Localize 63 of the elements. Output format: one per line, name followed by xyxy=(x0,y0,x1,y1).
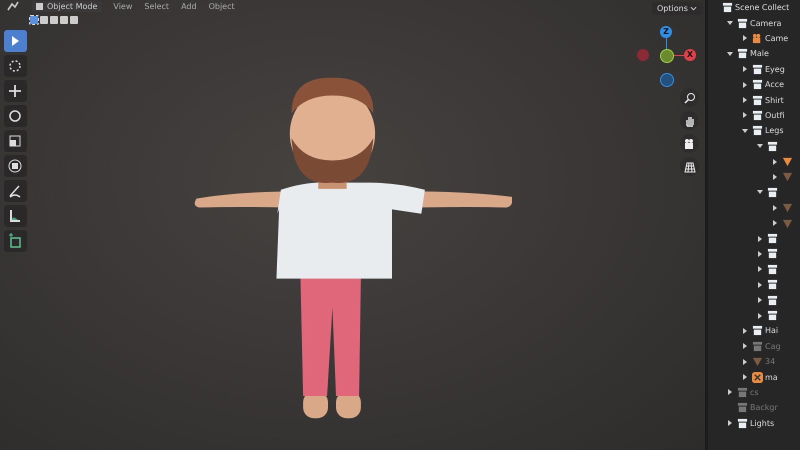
menu-item[interactable]: Object xyxy=(208,2,235,10)
scale-square-icon xyxy=(7,133,23,149)
outliner-item[interactable]: Hai xyxy=(765,326,778,336)
outliner-item[interactable]: Lights xyxy=(750,418,774,428)
expand-arrow-icon[interactable] xyxy=(742,374,748,380)
expand-arrow-icon[interactable] xyxy=(742,66,748,72)
expand-arrow-icon[interactable] xyxy=(742,112,748,118)
scale-tool-button[interactable] xyxy=(4,130,27,152)
expand-arrow-icon[interactable] xyxy=(757,282,763,288)
outliner-item[interactable]: Male xyxy=(750,49,769,58)
chevron-down-icon xyxy=(690,6,698,11)
expand-arrow-icon[interactable] xyxy=(742,97,748,104)
expand-arrow-icon[interactable] xyxy=(757,236,763,242)
dashed-circle-icon xyxy=(7,58,23,74)
expand-arrow-icon[interactable] xyxy=(757,266,763,272)
cube-plus-icon xyxy=(7,233,23,249)
viewport[interactable]: Object Mode View Select Add Object Options Z X xyxy=(0,0,705,450)
annotate-tool-button[interactable] xyxy=(4,180,27,202)
expand-arrow-icon[interactable] xyxy=(772,158,778,165)
camera-icon[interactable] xyxy=(680,134,699,153)
outliner-item[interactable]: Came xyxy=(765,34,788,43)
collapse-arrow-icon[interactable] xyxy=(757,143,763,150)
ruler-angle-icon xyxy=(7,208,23,224)
move-tool-button[interactable] xyxy=(4,80,27,102)
outliner-item[interactable]: Legs xyxy=(765,126,784,136)
outliner-item[interactable]: Outfi xyxy=(765,110,785,120)
outliner-item[interactable]: Scene Collect xyxy=(735,3,790,12)
expand-arrow-icon[interactable] xyxy=(727,420,733,426)
expand-arrow-icon[interactable] xyxy=(742,328,748,334)
outliner-item[interactable]: Shirt xyxy=(765,96,784,105)
pencil-icon xyxy=(7,183,23,199)
editor-type-icon[interactable] xyxy=(6,0,20,12)
hand-icon[interactable] xyxy=(680,111,699,130)
outliner-item[interactable]: Camera xyxy=(750,18,782,28)
menu-item[interactable]: Select xyxy=(144,2,170,10)
expand-arrow-icon[interactable] xyxy=(742,82,748,88)
zoom-icon[interactable] xyxy=(680,88,699,107)
select-tool-button[interactable] xyxy=(4,30,27,52)
circle-icon xyxy=(7,108,23,124)
menu-item[interactable]: View xyxy=(113,2,132,10)
square-in-circle-icon xyxy=(7,158,23,174)
cursor-tool-button[interactable] xyxy=(4,55,27,77)
cross-arrows-icon xyxy=(7,83,23,99)
expand-arrow-icon[interactable] xyxy=(757,250,763,257)
collapse-arrow-icon[interactable] xyxy=(757,189,763,196)
outliner-item[interactable]: Acce xyxy=(765,80,784,90)
add-cube-tool-button[interactable] xyxy=(4,230,27,252)
outliner-item[interactable]: ma xyxy=(765,372,778,382)
collapse-arrow-icon[interactable] xyxy=(742,128,748,134)
transform-tool-button[interactable] xyxy=(4,155,27,177)
outliner-item[interactable]: Eyeg xyxy=(765,64,785,74)
expand-arrow-icon[interactable] xyxy=(742,35,748,42)
expand-arrow-icon[interactable] xyxy=(757,312,763,318)
mode-dropdown[interactable]: Object Mode xyxy=(32,0,102,12)
grid-icon[interactable] xyxy=(680,157,699,176)
expand-arrow-icon[interactable] xyxy=(757,297,763,304)
options-dropdown[interactable]: Options xyxy=(652,2,702,15)
axis-gizmo[interactable]: Z X xyxy=(634,26,698,86)
collapse-arrow-icon[interactable] xyxy=(727,50,733,57)
rotate-tool-button[interactable] xyxy=(4,105,27,127)
collapse-arrow-icon[interactable] xyxy=(727,20,733,26)
menu-item[interactable]: Add xyxy=(181,2,197,10)
measure-tool-button[interactable] xyxy=(4,205,27,227)
